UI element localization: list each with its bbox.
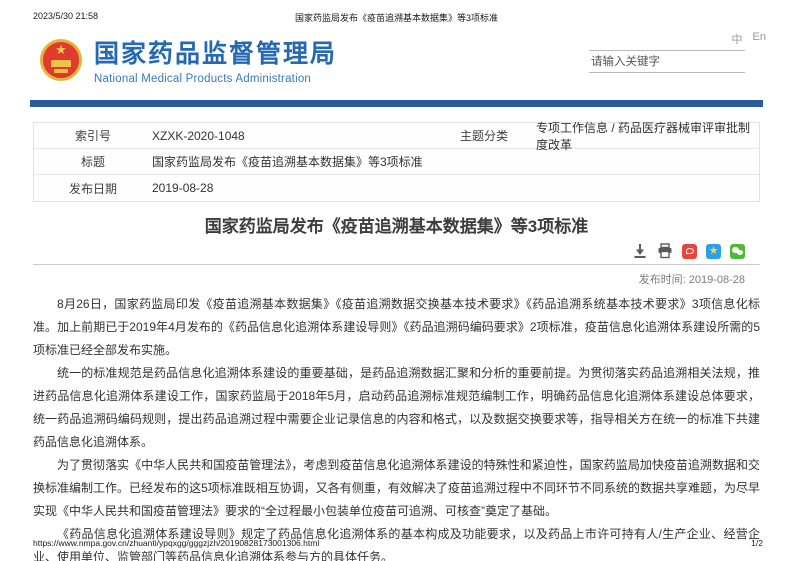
print-doc-title: 国家药监局发布《疫苗追溯基本数据集》等3项标准: [294, 13, 498, 23]
subject-category-value: 专项工作信息 / 药品医疗器械审评审批制度改革: [536, 120, 751, 152]
download-icon[interactable]: [632, 243, 648, 259]
weibo-share-icon[interactable]: [682, 243, 697, 259]
site-brand: ★ 国家药品监督管理局 National Medical Products Ad…: [40, 34, 337, 85]
table-row: 标题 国家药监局发布《疫苗追溯基本数据集》等3项标准: [34, 149, 759, 175]
main-nav-bar[interactable]: [30, 100, 763, 107]
title-label: 标题: [80, 155, 105, 169]
lang-en-link[interactable]: En: [753, 31, 766, 47]
article-title: 国家药监局发布《疫苗追溯基本数据集》等3项标准: [204, 217, 589, 236]
index-number-label: 索引号: [74, 129, 111, 143]
wechat-bubble: [737, 249, 743, 255]
emblem-gate-shape: [51, 59, 71, 67]
publish-time-value: 2019-08-28: [688, 274, 745, 286]
qzone-star-glyph: ★: [708, 244, 719, 257]
page: 2023/5/30 21:58 国家药监局发布《疫苗追溯基本数据集》等3项标准 …: [0, 0, 793, 561]
subject-category-label: 主题分类: [459, 129, 508, 143]
publish-time-line: 发布时间: 2019-08-28: [33, 271, 745, 287]
qzone-share-icon[interactable]: ★: [706, 243, 721, 259]
brand-text: 国家药品监督管理局 National Medical Products Admi…: [94, 34, 337, 85]
site-name-en: National Medical Products Administration: [94, 73, 312, 85]
wechat-share-icon[interactable]: [730, 243, 745, 259]
title-value: 国家药监局发布《疫苗追溯基本数据集》等3项标准: [152, 155, 423, 169]
emblem-base-shape: [54, 68, 68, 73]
print-footer-url: https://www.nmpa.gov.cn/zhuanti/ypqxgg/g…: [33, 538, 320, 548]
release-date-label: 发布日期: [68, 181, 117, 196]
print-icon[interactable]: [657, 243, 673, 259]
search-input[interactable]: [589, 50, 745, 73]
lang-zh-link[interactable]: 中: [732, 31, 743, 47]
document-info-table: 索引号 XZXK-2020-1048 主题分类 专项工作信息 / 药品医疗器械审…: [33, 121, 760, 202]
emblem-star-icon: ★: [55, 41, 67, 57]
weibo-glyph: [685, 248, 694, 254]
print-footer-page-indicator: 1/2: [751, 538, 763, 548]
article-paragraph: 8月26日，国家药监局印发《疫苗追溯基本数据集》《疫苗追溯数据交换基本技术要求》…: [33, 297, 760, 357]
title-divider: [33, 264, 760, 265]
table-row: 发布日期 2019-08-28: [34, 175, 759, 201]
release-date-value: 2019-08-28: [152, 181, 214, 195]
article-paragraph: 统一的标准规范是药品信息化追溯体系建设的重要基础，是药品追溯数据汇聚和分析的重要…: [33, 366, 760, 449]
national-emblem-logo: ★: [40, 38, 82, 81]
table-row: 索引号 XZXK-2020-1048 主题分类 专项工作信息 / 药品医疗器械审…: [34, 121, 759, 152]
language-switch: 中 En: [732, 31, 766, 47]
publish-time-label: 发布时间:: [638, 274, 686, 286]
site-name-zh: 国家药品监督管理局: [94, 40, 338, 68]
article-body: 8月26日，国家药监局印发《疫苗追溯基本数据集》《疫苗追溯数据交换基本技术要求》…: [33, 293, 760, 561]
search-box: [589, 50, 745, 73]
index-number-value: XZXK-2020-1048: [152, 128, 245, 143]
article-paragraph: 为了贯彻落实《中华人民共和国疫苗管理法》，考虑到疫苗信息化追溯体系建设的特殊性和…: [33, 458, 760, 518]
article-toolbar: ★: [33, 243, 745, 259]
